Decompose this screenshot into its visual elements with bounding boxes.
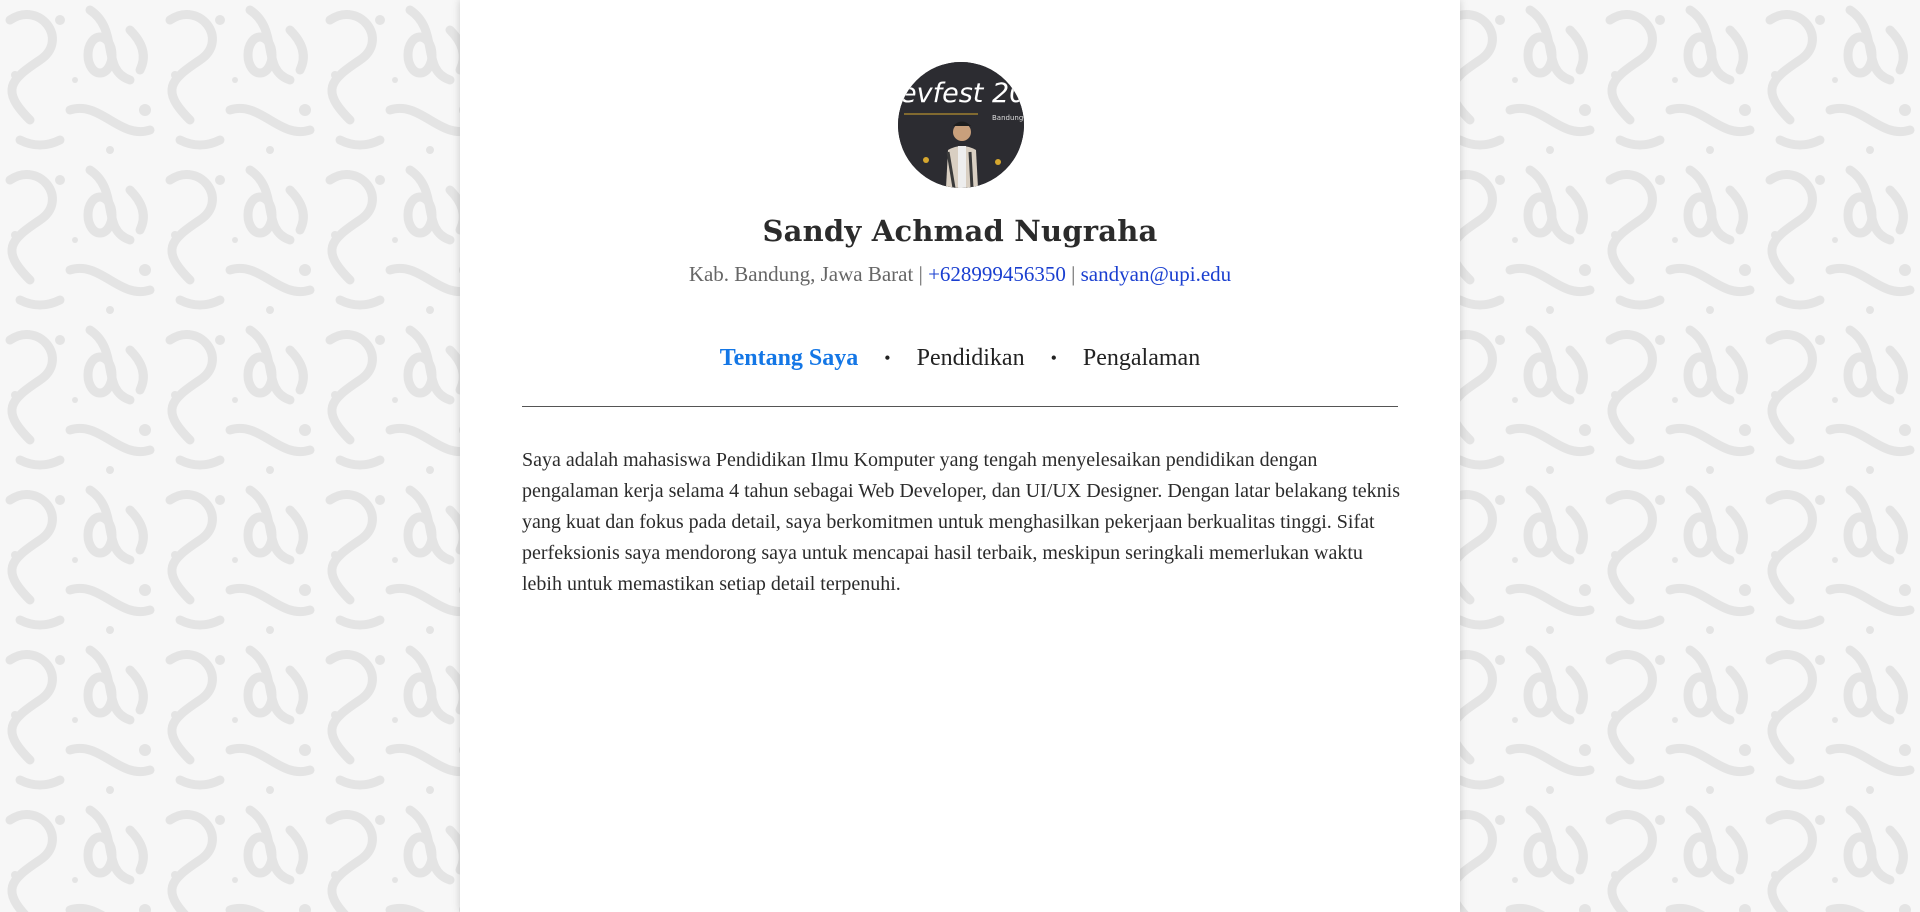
phone-link[interactable]: +628999456350 (928, 262, 1066, 286)
profile-name: Sandy Achmad Nugraha (762, 214, 1158, 248)
section-divider (522, 406, 1398, 407)
about-paragraph: Saya adalah mahasiswa Pendidikan Ilmu Ko… (522, 449, 1401, 595)
avatar-banner-text: evfest 20 (900, 78, 1024, 109)
contact-separator: | (1071, 262, 1076, 286)
avatar-banner-subtext: Bandung (992, 114, 1023, 122)
tab-pengalaman[interactable]: Pengalaman (1083, 345, 1200, 372)
location-text: Kab. Bandung, Jawa Barat (688, 262, 914, 286)
contact-separator: | (918, 262, 923, 286)
email-link[interactable]: sandyan@upi.edu (1081, 262, 1232, 286)
profile-avatar: evfest 20 Bandung (898, 62, 1024, 188)
tab-bullet: • (884, 348, 891, 368)
profile-card: evfest 20 Bandung Sandy Achmad Nugraha K… (460, 0, 1460, 912)
tab-tentang-saya[interactable]: Tentang Saya (720, 345, 859, 372)
contact-line: Kab. Bandung, Jawa Barat | +628999456350… (460, 262, 1460, 287)
tab-bullet: • (1050, 348, 1057, 368)
section-tabs: Tentang Saya • Pendidikan • Pengalaman (460, 345, 1460, 372)
tab-pendidikan[interactable]: Pendidikan (917, 345, 1025, 372)
avatar-photo: evfest 20 Bandung (898, 62, 1024, 188)
